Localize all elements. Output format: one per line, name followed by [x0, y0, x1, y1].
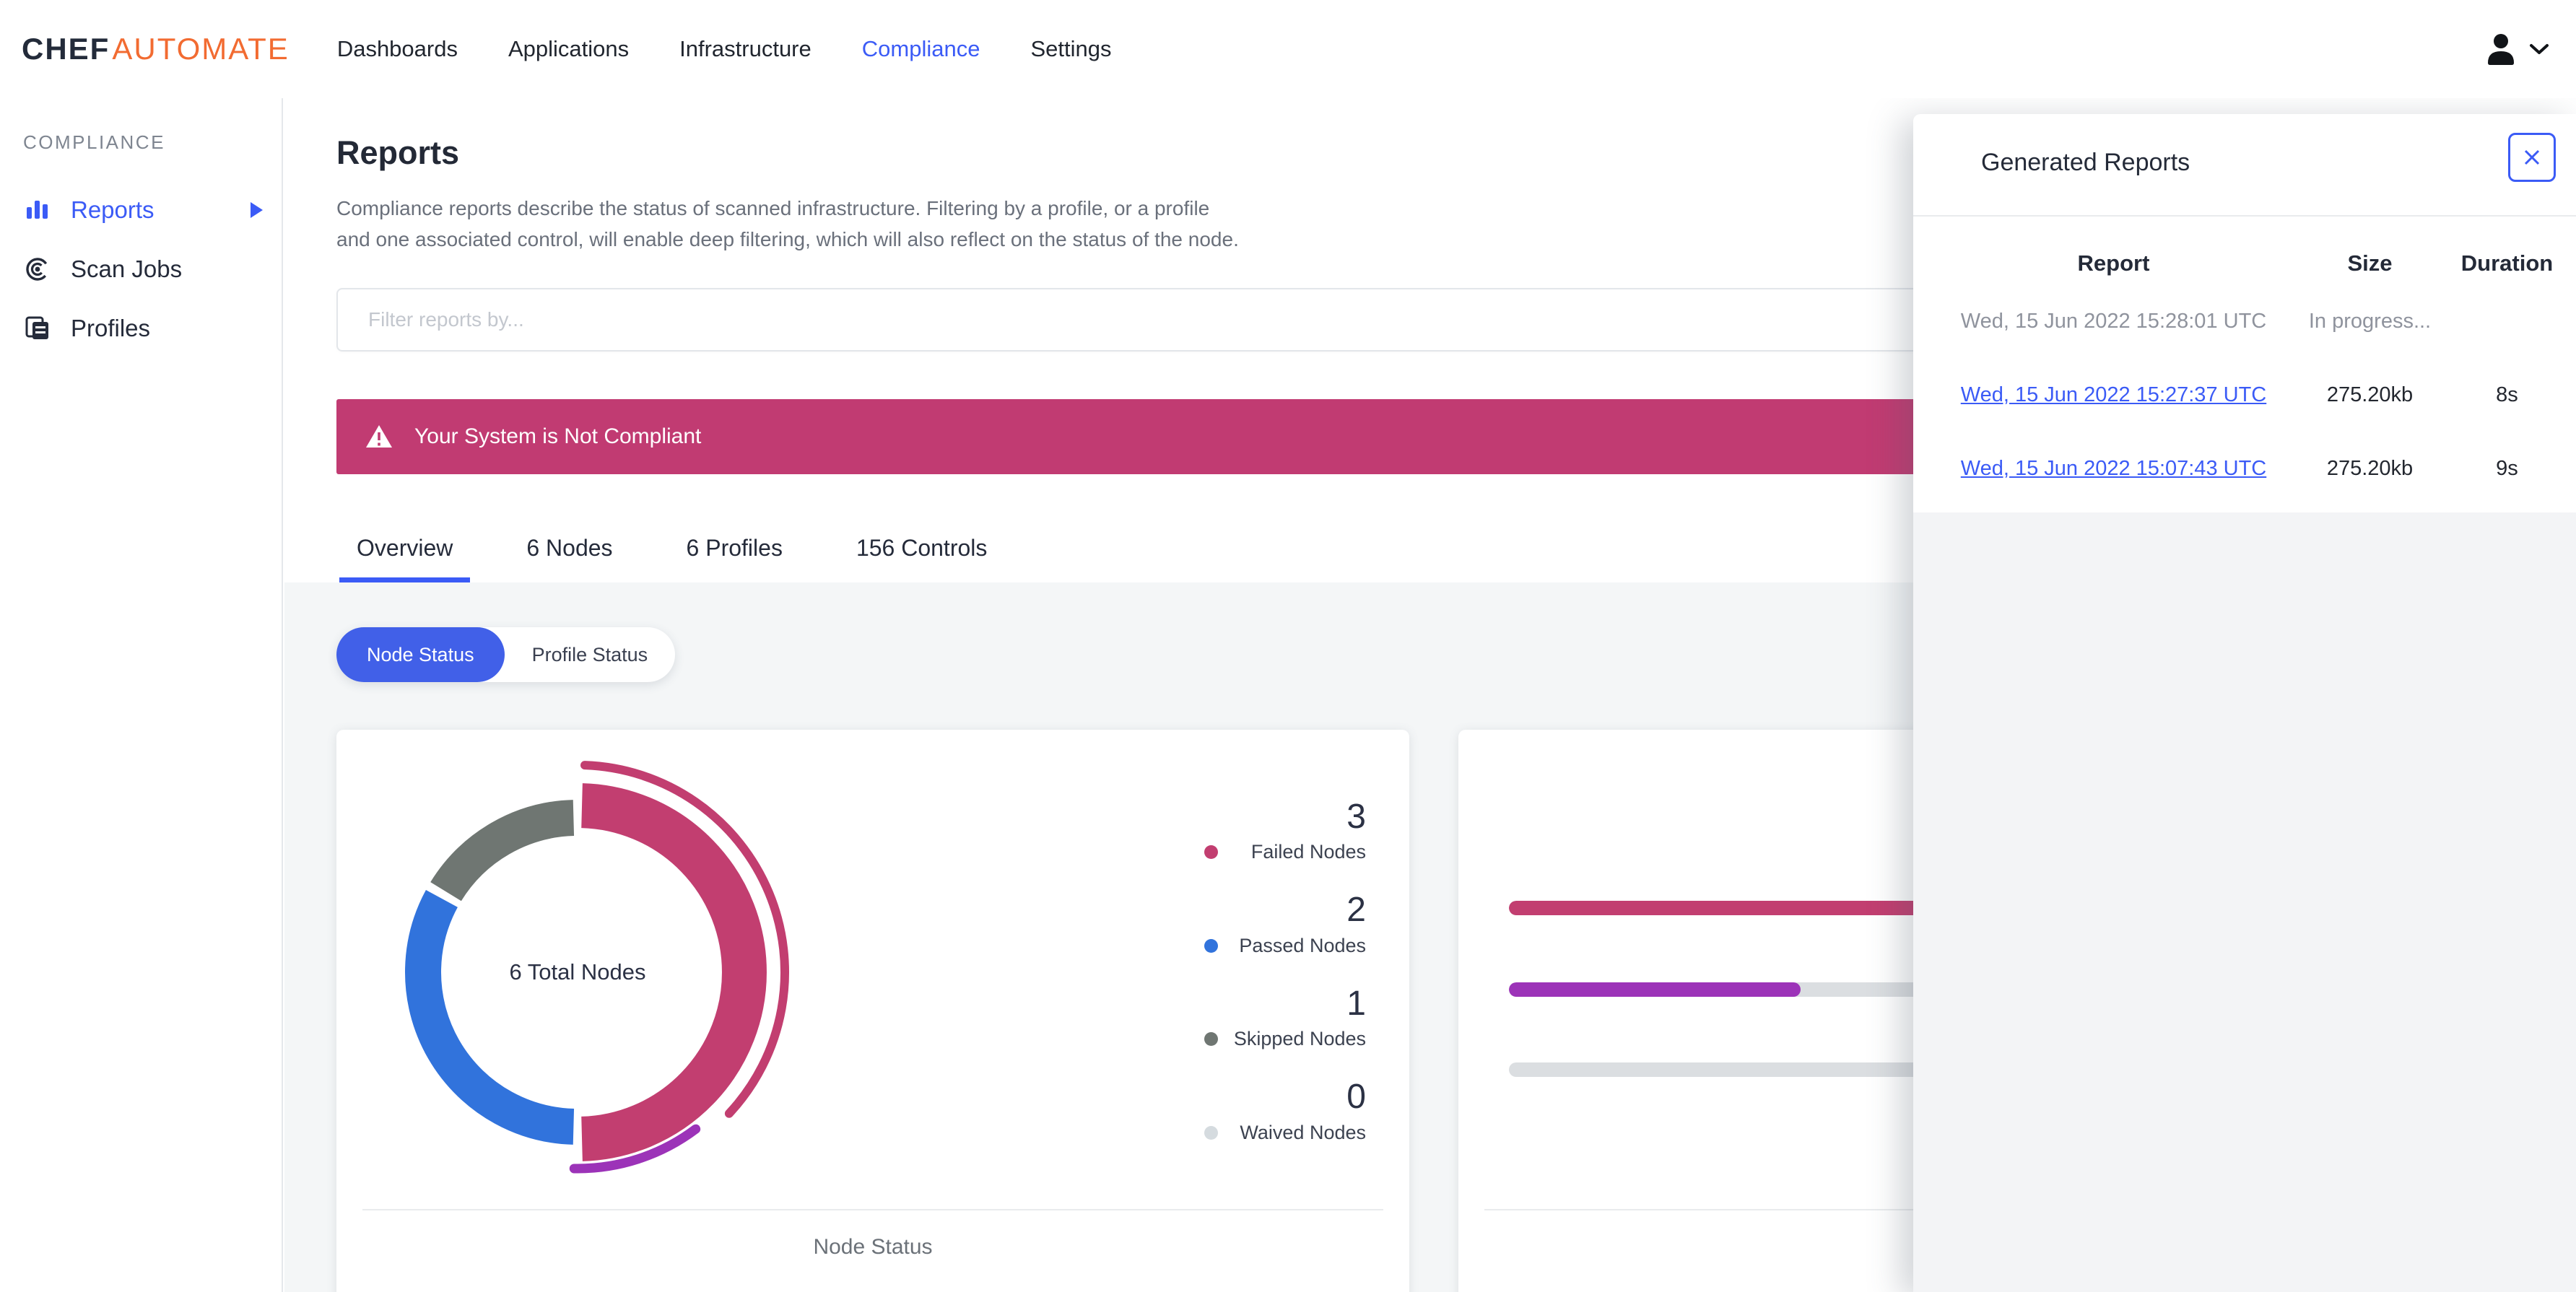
chef-automate-logo[interactable]: CHEF AUTOMATE: [22, 32, 290, 66]
nav-item-applications[interactable]: Applications: [507, 30, 630, 68]
page-description: Compliance reports describe the status o…: [336, 197, 1239, 250]
profiles-documents-icon: [23, 315, 52, 341]
active-arrow-icon: [251, 202, 263, 218]
node-status-donut-chart: 6 Total Nodes: [361, 756, 794, 1189]
column-header-size: Size: [2347, 250, 2393, 276]
donut-center-label: 6 Total Nodes: [509, 959, 646, 985]
generated-reports-table: Report Size Duration Wed, 15 Jun 2022 15…: [1913, 217, 2576, 505]
waived-dot-icon: [1204, 1125, 1218, 1140]
report-size: 275.20kb: [2326, 456, 2414, 480]
sidebar-section-label: COMPLIANCE: [23, 131, 165, 153]
primary-nav: Dashboards Applications Infrastructure C…: [336, 30, 1113, 68]
nav-item-infrastructure[interactable]: Infrastructure: [678, 30, 813, 68]
report-download-link[interactable]: Wed, 15 Jun 2022 15:07:43 UTC: [1961, 457, 2266, 480]
table-header-row: Report Size Duration: [1942, 243, 2559, 284]
nav-item-dashboards[interactable]: Dashboards: [336, 30, 459, 68]
tab-controls[interactable]: 156 Controls: [839, 519, 1004, 582]
sidebar: COMPLIANCE Reports Scan Jobs Profiles: [0, 98, 283, 1292]
report-download-link[interactable]: Wed, 15 Jun 2022 15:27:37 UTC: [1961, 383, 2266, 406]
card-divider: [362, 1209, 1383, 1211]
banner-text: Your System is Not Compliant: [414, 424, 702, 449]
close-drawer-button[interactable]: [2508, 133, 2556, 182]
table-row: Wed, 15 Jun 2022 15:07:43 UTC 275.20kb 9…: [1942, 432, 2559, 505]
scan-target-icon: [23, 256, 52, 283]
user-profile-icon[interactable]: [2485, 32, 2517, 66]
column-header-duration: Duration: [2460, 250, 2554, 276]
node-status-card-footer: Node Status: [813, 1235, 933, 1260]
nav-item-compliance[interactable]: Compliance: [861, 30, 982, 68]
drawer-header: Generated Reports: [1913, 114, 2576, 217]
nav-user-area: [2485, 32, 2557, 66]
tab-nodes[interactable]: 6 Nodes: [509, 519, 630, 582]
drawer-title: Generated Reports: [1981, 149, 2190, 176]
status-toggle: Node Status Profile Status: [336, 627, 676, 683]
sidebar-item-label: Reports: [71, 196, 155, 223]
column-header-report: Report: [2077, 250, 2150, 276]
tab-overview[interactable]: Overview: [339, 519, 471, 583]
sidebar-item-scan-jobs[interactable]: Scan Jobs: [0, 242, 282, 297]
tab-profiles[interactable]: 6 Profiles: [669, 519, 800, 582]
failed-dot-icon: [1204, 845, 1218, 860]
passed-dot-icon: [1204, 938, 1218, 953]
sidebar-item-profiles[interactable]: Profiles: [0, 301, 282, 356]
report-duration: 8s: [2496, 383, 2518, 406]
top-nav: CHEF AUTOMATE Dashboards Applications In…: [0, 0, 2576, 98]
nav-item-settings[interactable]: Settings: [1029, 30, 1113, 68]
node-status-card: 6 Total Nodes 3 Failed Nodes 2 Passed No…: [336, 730, 1409, 1292]
donut-legend: 3 Failed Nodes 2 Passed Nodes 1 Skipped …: [1204, 798, 1366, 1173]
report-size: 275.20kb: [2326, 383, 2414, 406]
logo-automate: AUTOMATE: [112, 32, 290, 66]
profile-status-toggle-button[interactable]: Profile Status: [505, 627, 676, 682]
legend-item-skipped: 1 Skipped Nodes: [1204, 985, 1366, 1050]
legend-item-passed: 2 Passed Nodes: [1204, 892, 1366, 956]
report-timestamp: Wed, 15 Jun 2022 15:28:01 UTC: [1960, 309, 2267, 333]
bar-chart-icon: [23, 197, 52, 223]
node-status-toggle-button[interactable]: Node Status: [336, 627, 505, 683]
legend-item-waived: 0 Waived Nodes: [1204, 1078, 1366, 1143]
close-icon: [2523, 148, 2541, 167]
chevron-down-icon[interactable]: [2528, 42, 2550, 56]
logo-chef: CHEF: [22, 32, 110, 66]
table-row: Wed, 15 Jun 2022 15:28:01 UTC In progres…: [1942, 284, 2559, 358]
generated-reports-panel: Generated Reports Report Size Duration W…: [1913, 114, 2576, 512]
report-size: In progress...: [2308, 309, 2432, 333]
skipped-dot-icon: [1204, 1032, 1218, 1047]
legend-item-failed: 3 Failed Nodes: [1204, 798, 1366, 863]
table-row: Wed, 15 Jun 2022 15:27:37 UTC 275.20kb 8…: [1942, 358, 2559, 432]
report-duration: 9s: [2496, 456, 2518, 480]
sidebar-item-reports[interactable]: Reports: [0, 183, 282, 237]
sidebar-item-label: Profiles: [71, 315, 151, 341]
sidebar-item-label: Scan Jobs: [71, 256, 183, 282]
generated-reports-drawer: Generated Reports Report Size Duration W…: [1913, 114, 2576, 1292]
warning-triangle-icon: [365, 424, 393, 449]
